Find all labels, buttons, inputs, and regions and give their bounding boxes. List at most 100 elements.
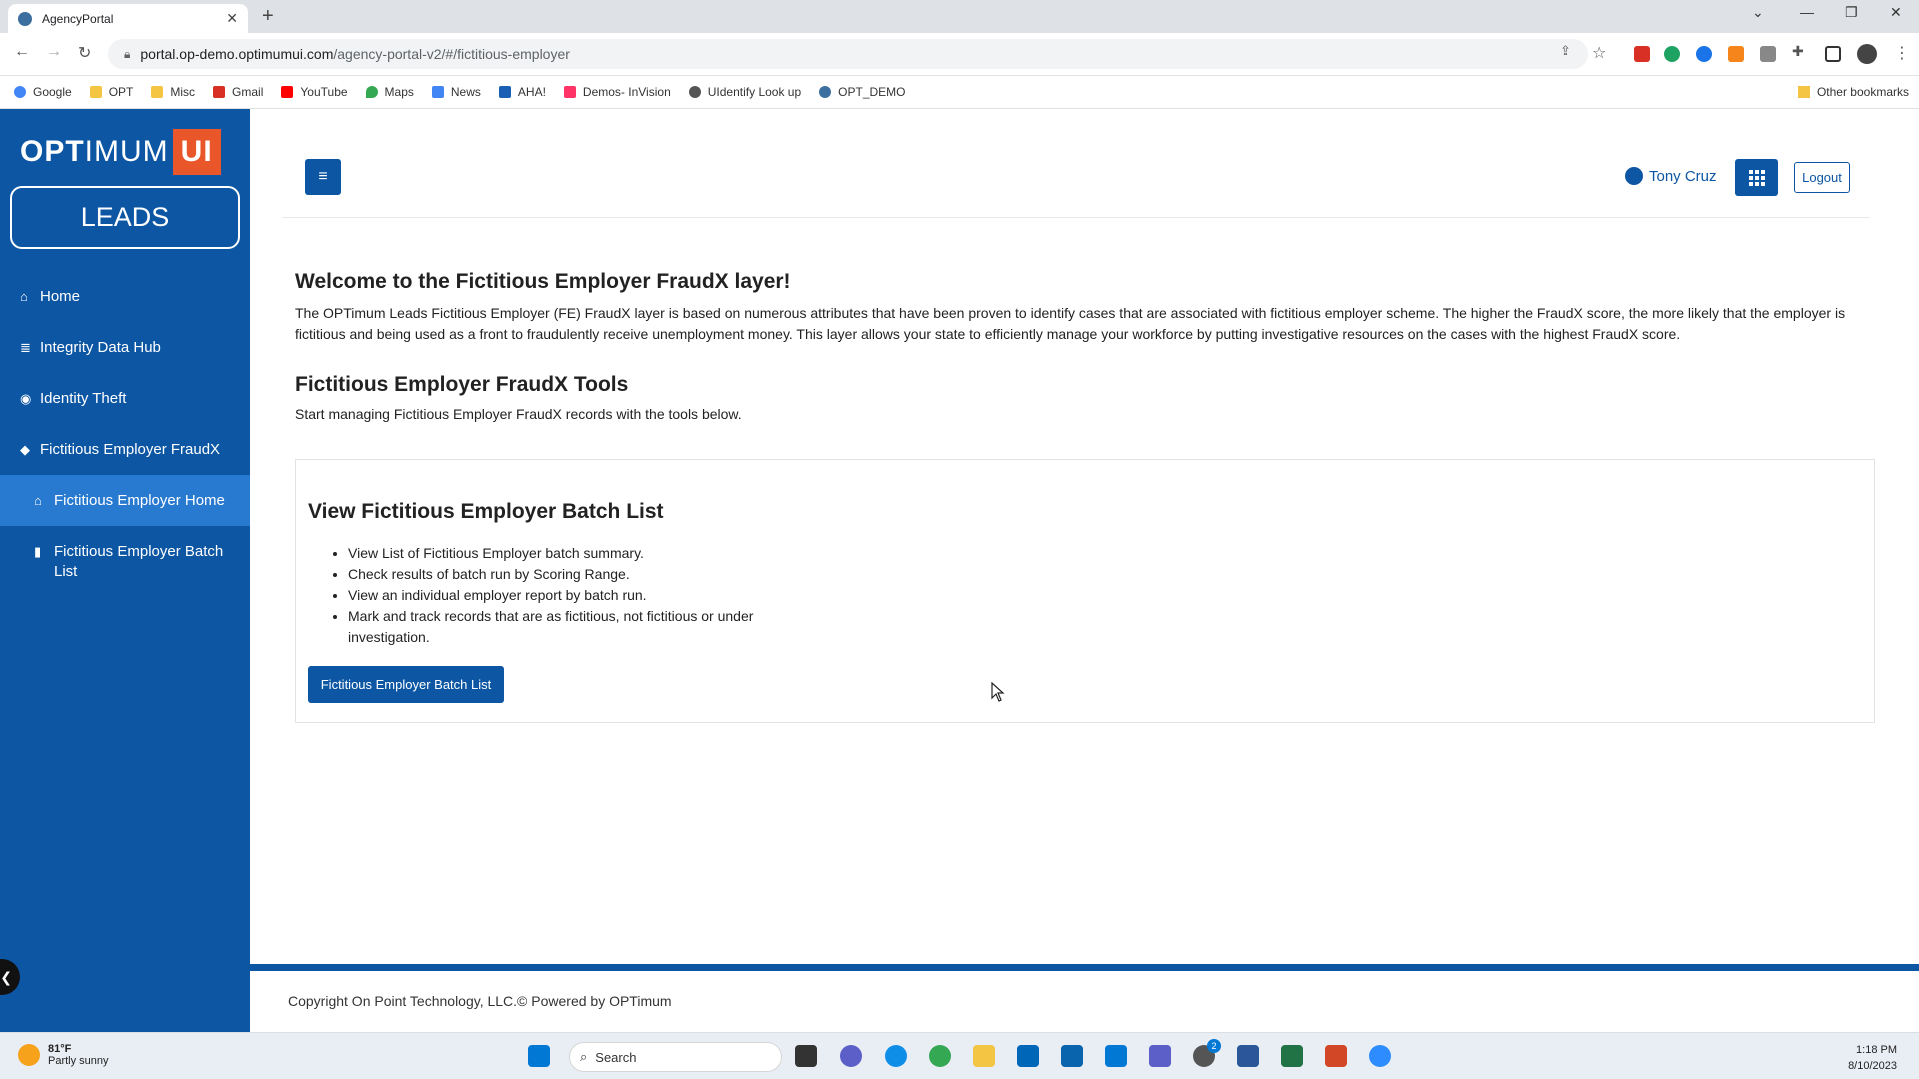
tags-icon: ◆ — [20, 441, 30, 457]
copyright-text: Copyright On Point Technology, LLC.© Pow… — [288, 993, 672, 1009]
bookmark-gmail[interactable]: Gmail — [213, 85, 263, 99]
taskbar-search[interactable]: ⌕ Search — [569, 1042, 782, 1072]
user-circle-icon — [1625, 167, 1643, 185]
apps-grid-button[interactable] — [1735, 159, 1778, 196]
batch-list-button[interactable]: Fictitious Employer Batch List — [308, 666, 504, 703]
side-panel-icon[interactable] — [1825, 46, 1841, 62]
invision-icon — [563, 86, 576, 98]
sidebar-item-fictitious-employer-home[interactable]: ⌂ Fictitious Employer Home — [0, 475, 250, 526]
bookmark-opt[interactable]: OPT — [89, 85, 133, 99]
tools-heading: Fictitious Employer FraudX Tools — [295, 373, 629, 396]
optimum-ui-logo: OPT IMUM UI — [20, 129, 221, 175]
sidebar-item-home[interactable]: ⌂ Home — [0, 271, 250, 322]
list-item: View an individual employer report by ba… — [348, 585, 808, 606]
chrome-icon[interactable] — [929, 1045, 951, 1067]
logout-button[interactable]: Logout — [1794, 162, 1850, 193]
page-title: Welcome to the Fictitious Employer Fraud… — [295, 270, 791, 293]
acrobat-extension-icon[interactable] — [1634, 46, 1650, 62]
sidebar-item-label: Integrity Data Hub — [40, 339, 161, 356]
hamburger-menu-icon[interactable]: ≡ — [305, 159, 341, 195]
lock-icon: 🔒︎ — [124, 46, 131, 61]
close-tab-icon[interactable]: ✕ — [226, 10, 238, 27]
windows-start-icon[interactable] — [528, 1045, 550, 1067]
restore-icon[interactable]: ❐ — [1845, 4, 1858, 21]
share-icon[interactable]: ⇪ — [1560, 43, 1571, 59]
bookmark-aha[interactable]: AHA! — [498, 85, 546, 99]
chat-icon[interactable] — [840, 1045, 862, 1067]
sidebar-item-fictitious-employer-fraudx[interactable]: ◆ Fictitious Employer FraudX — [0, 424, 250, 475]
edge-icon[interactable] — [885, 1045, 907, 1067]
extension-icon[interactable] — [1696, 46, 1712, 62]
screenshot-extension-icon[interactable] — [1760, 46, 1776, 62]
bookmarks-bar: Google OPT Misc Gmail YouTube Maps News … — [0, 76, 1919, 109]
window-close-icon[interactable]: ✕ — [1890, 4, 1902, 21]
url-field[interactable]: 🔒︎ portal.op-demo.optimumui.com /agency-… — [108, 39, 1588, 69]
site-favicon-icon — [18, 11, 32, 26]
home-icon: ⌂ — [20, 289, 28, 304]
bookmark-other[interactable]: Other bookmarks — [1797, 85, 1909, 99]
sidebar-item-label: Fictitious Employer Batch List — [54, 543, 224, 580]
reload-icon[interactable]: ↻ — [78, 43, 91, 63]
sidebar-item-integrity-data-hub[interactable]: ≣ Integrity Data Hub — [0, 322, 250, 373]
puzzle-extensions-icon[interactable]: ✚ — [1792, 43, 1804, 60]
excel-icon[interactable] — [1281, 1045, 1303, 1067]
minimize-icon[interactable]: — — [1800, 4, 1814, 20]
card-title: View Fictitious Employer Batch List — [308, 500, 664, 523]
mouse-cursor-icon — [991, 682, 1005, 702]
sidebar-collapse-icon[interactable]: ❮ — [0, 959, 20, 995]
word-icon[interactable] — [1237, 1045, 1259, 1067]
card-bullet-list: View List of Fictitious Employer batch s… — [348, 543, 808, 648]
browser-menu-icon[interactable]: ⋮ — [1894, 43, 1910, 63]
folder-icon — [89, 86, 102, 98]
tab-title: AgencyPortal — [42, 11, 114, 26]
powerpoint-icon[interactable] — [1325, 1045, 1347, 1067]
store-icon[interactable] — [1017, 1045, 1039, 1067]
mail-icon[interactable] — [1061, 1045, 1083, 1067]
page-description: The OPTimum Leads Fictitious Employer (F… — [295, 305, 1846, 342]
teams-icon[interactable] — [1149, 1045, 1171, 1067]
app-with-badge-icon[interactable]: 2 — [1193, 1039, 1221, 1067]
back-icon[interactable]: ← — [14, 43, 30, 61]
sidebar-item-fictitious-employer-batch-list[interactable]: ▮ Fictitious Employer Batch List — [0, 526, 250, 588]
zoom-icon[interactable] — [1369, 1045, 1391, 1067]
bookmark-maps[interactable]: Maps — [365, 85, 414, 99]
list-item: View List of Fictitious Employer batch s… — [348, 543, 808, 564]
leads-section-title: LEADS — [10, 186, 240, 249]
profile-avatar[interactable] — [1857, 44, 1877, 64]
list-item: Mark and track records that are as ficti… — [348, 606, 808, 648]
database-icon: ≣ — [20, 339, 31, 355]
bookmark-misc[interactable]: Misc — [151, 85, 195, 99]
outlook-icon[interactable] — [1105, 1045, 1127, 1067]
new-tab-icon[interactable]: + — [262, 5, 274, 28]
windows-taskbar: 81°F Partly sunny ⌕ Search 2 1:18 PM 8/1… — [0, 1032, 1919, 1079]
system-clock[interactable]: 1:18 PM 8/10/2023 — [1848, 1042, 1897, 1074]
browser-tab[interactable]: AgencyPortal ✕ — [8, 4, 248, 33]
bookmark-star-icon[interactable]: ☆ — [1592, 43, 1606, 63]
url-path: /agency-portal-v2/#/fictitious-employer — [333, 46, 570, 62]
file-explorer-icon[interactable] — [973, 1045, 995, 1067]
browser-tab-bar: AgencyPortal ✕ + ⌄ — ❐ ✕ — [0, 0, 1919, 33]
sidebar-item-label: Fictitious Employer FraudX — [40, 441, 221, 458]
top-header: ≡ Tony Cruz Logout — [282, 110, 1870, 218]
bookmark-invision[interactable]: Demos- InVision — [563, 85, 671, 99]
weather-widget[interactable]: 81°F Partly sunny — [18, 1043, 109, 1067]
page-footer: Copyright On Point Technology, LLC.© Pow… — [250, 964, 1919, 1032]
bookmark-news[interactable]: News — [431, 85, 481, 99]
url-host: portal.op-demo.optimumui.com — [140, 46, 334, 62]
tools-subtitle: Start managing Fictitious Employer Fraud… — [295, 406, 742, 422]
youtube-icon — [281, 86, 294, 98]
task-view-icon[interactable] — [795, 1045, 817, 1067]
bookmark-opt-demo[interactable]: OPT_DEMO — [819, 85, 906, 99]
bookmark-uidentify[interactable]: UIdentify Look up — [688, 85, 801, 99]
metamask-extension-icon[interactable] — [1728, 46, 1744, 62]
temperature: 81°F — [48, 1043, 72, 1055]
grammar-extension-icon[interactable] — [1664, 46, 1680, 62]
user-profile-link[interactable]: Tony Cruz — [1625, 167, 1717, 185]
clock-date: 8/10/2023 — [1848, 1060, 1897, 1072]
bookmark-youtube[interactable]: YouTube — [281, 85, 348, 99]
maps-icon — [365, 86, 378, 98]
sidebar-item-identity-theft[interactable]: ◉ Identity Theft — [0, 373, 250, 424]
tab-search-chevron-icon[interactable]: ⌄ — [1752, 4, 1764, 21]
forward-icon[interactable]: → — [46, 43, 62, 61]
bookmark-google[interactable]: Google — [14, 85, 72, 99]
